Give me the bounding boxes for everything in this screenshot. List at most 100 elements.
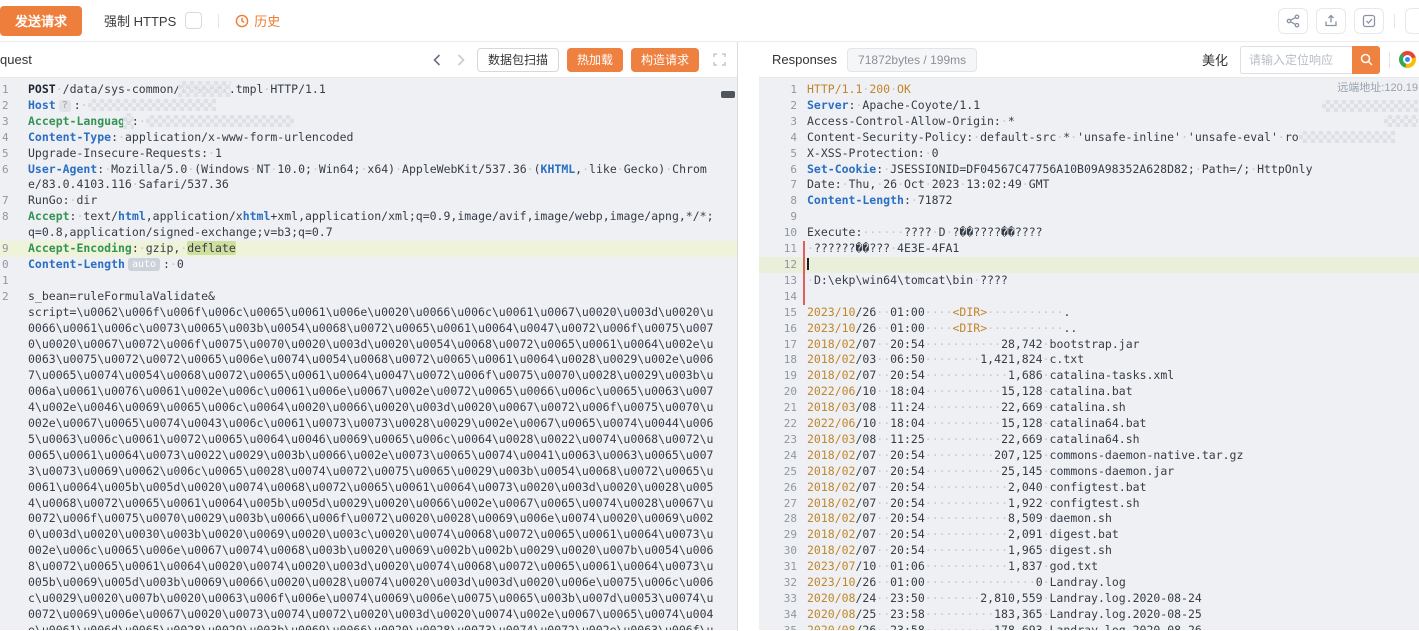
history-button[interactable]: 历史 bbox=[235, 11, 280, 30]
build-request-button[interactable]: 构造请求 bbox=[631, 48, 699, 72]
code-token: :·71872 bbox=[904, 193, 953, 207]
line-number: 20 bbox=[759, 384, 797, 400]
space-dot: · bbox=[946, 225, 953, 239]
space-dot: · bbox=[946, 496, 953, 510]
space-dot: · bbox=[925, 448, 932, 462]
line-number: 1 bbox=[0, 273, 12, 289]
code-token: 2023/07 bbox=[807, 559, 855, 573]
chrome-icon[interactable] bbox=[1399, 51, 1416, 68]
space-dot: · bbox=[925, 146, 932, 160]
space-dot: · bbox=[932, 480, 939, 494]
space-dot: · bbox=[932, 543, 939, 557]
space-dot: · bbox=[939, 305, 946, 319]
space-dot: · bbox=[932, 416, 939, 430]
code-line: 6User-Agent:·Mozilla/5.0·(Windows·NT·10.… bbox=[0, 162, 737, 194]
share-button[interactable] bbox=[1278, 8, 1308, 34]
space-dot: · bbox=[939, 607, 946, 621]
code-token: Content-Length bbox=[28, 257, 125, 271]
space-dot: · bbox=[994, 305, 1001, 319]
code-token: Execute:······????·D·?��????��???? bbox=[807, 225, 1043, 239]
code-token: 2018/02 bbox=[807, 511, 855, 525]
space-dot: · bbox=[925, 559, 932, 573]
beautify-button[interactable]: 美化 bbox=[1202, 50, 1228, 69]
code-token: X-XSS-Protection:·0 bbox=[807, 146, 939, 160]
toolbar-icon-group bbox=[1278, 8, 1419, 34]
code-token: :· bbox=[132, 114, 146, 128]
space-dot: · bbox=[994, 464, 1001, 478]
clipped-edge-button[interactable] bbox=[1405, 8, 1419, 34]
request-editor[interactable]: 1POST·/data/sys-common/treexml.tmpl·HTTP… bbox=[0, 78, 737, 630]
send-request-button[interactable]: 发送请求 bbox=[0, 6, 82, 36]
line-number: 7 bbox=[0, 193, 12, 209]
space-dot: · bbox=[925, 543, 932, 557]
space-dot: · bbox=[932, 352, 939, 366]
space-dot: · bbox=[932, 305, 939, 319]
code-line: 8Accept:·text/html,application/xhtml+xml… bbox=[0, 209, 737, 241]
expand-button[interactable] bbox=[711, 52, 727, 68]
code-token: :·text/ bbox=[70, 209, 119, 223]
space-dot: · bbox=[1043, 607, 1050, 621]
main-split: quest 数据包扫描 热加载 构造请求 1POST·/data/sys-com… bbox=[0, 42, 1419, 631]
response-search-input[interactable] bbox=[1240, 46, 1352, 74]
space-dot: · bbox=[76, 209, 83, 223]
toolbar-divider bbox=[218, 14, 219, 28]
line-text bbox=[807, 257, 1419, 273]
space-dot: · bbox=[994, 321, 1001, 335]
line-text: Content-Security-Policy:·default-src·*·'… bbox=[807, 130, 1419, 146]
force-https-checkbox[interactable] bbox=[185, 12, 202, 29]
space-dot: · bbox=[939, 543, 946, 557]
next-request-button[interactable] bbox=[453, 52, 469, 68]
response-search-button[interactable] bbox=[1352, 46, 1380, 74]
code-token: /10··18:04 bbox=[855, 384, 924, 398]
code-line: 9 bbox=[759, 209, 1419, 225]
space-dot: · bbox=[925, 575, 932, 589]
line-text: Accept:·text/html,application/xhtml+xml,… bbox=[28, 209, 720, 241]
line-number: 15 bbox=[759, 305, 797, 321]
hot-reload-button[interactable]: 热加载 bbox=[567, 48, 623, 72]
code-token: ················0·Landray.log bbox=[925, 575, 1126, 589]
space-dot: · bbox=[70, 193, 77, 207]
space-dot: · bbox=[1015, 305, 1022, 319]
code-token: /26··01:00 bbox=[855, 575, 924, 589]
line-number bbox=[0, 305, 12, 630]
request-pane: quest 数据包扫描 热加载 构造请求 1POST·/data/sys-com… bbox=[0, 42, 738, 631]
space-dot: · bbox=[1043, 448, 1050, 462]
space-dot: · bbox=[939, 480, 946, 494]
space-dot: · bbox=[1008, 575, 1015, 589]
code-line: 172018/02/07··20:54···········28,742·boo… bbox=[759, 337, 1419, 353]
line-text: Date:·Thu,·26·Oct·2023·13:02:49·GMT bbox=[807, 177, 1419, 193]
code-line: 232018/03/08··11:25···········22,669·cat… bbox=[759, 432, 1419, 448]
space-dot: · bbox=[1029, 305, 1036, 319]
line-number: 18 bbox=[759, 352, 797, 368]
code-line: 262018/02/07··20:54············2,040·con… bbox=[759, 480, 1419, 496]
space-dot: · bbox=[1050, 305, 1057, 319]
line-number: 33 bbox=[759, 591, 797, 607]
select-check-button[interactable] bbox=[1354, 8, 1384, 34]
export-icon bbox=[1324, 14, 1338, 28]
export-button[interactable] bbox=[1316, 8, 1346, 34]
line-text: 2018/02/07··20:54············1,686·catal… bbox=[807, 368, 1419, 384]
prev-request-button[interactable] bbox=[429, 52, 445, 68]
space-dot: · bbox=[987, 623, 994, 630]
line-text: 2018/02/07··20:54···········28,742·boots… bbox=[807, 337, 1419, 353]
line-number: 16 bbox=[759, 321, 797, 337]
code-line: 5Upgrade-Insecure-Requests:·1 bbox=[0, 146, 737, 162]
code-line: 152023/10/26··01:00····<DIR>···········. bbox=[759, 305, 1419, 321]
packet-scan-button[interactable]: 数据包扫描 bbox=[477, 48, 559, 72]
space-dot: · bbox=[932, 400, 939, 414]
code-line: 0Content-Lengthauto:·0 bbox=[0, 257, 737, 273]
code-token: /10··18:04 bbox=[855, 416, 924, 430]
line-text: 2023/10/26··01:00················0·Landr… bbox=[807, 575, 1419, 591]
request-pane-header: quest 数据包扫描 热加载 构造请求 bbox=[0, 42, 737, 78]
space-dot: · bbox=[1070, 130, 1077, 144]
space-dot: · bbox=[807, 241, 814, 255]
left-scrollbar-thumb[interactable] bbox=[721, 91, 735, 98]
space-dot: · bbox=[1029, 321, 1036, 335]
response-editor[interactable]: 远端地址:120.19 1HTTP/1.1·200·OK2Server:·Apa… bbox=[759, 78, 1419, 630]
line-text: X-XSS-Protection:·0 bbox=[807, 146, 1419, 162]
space-dot: · bbox=[883, 368, 890, 382]
code-token: /10··01:06 bbox=[855, 559, 924, 573]
code-line: 14 bbox=[759, 289, 1419, 305]
space-dot: · bbox=[395, 162, 402, 176]
response-title: Responses bbox=[772, 52, 837, 67]
